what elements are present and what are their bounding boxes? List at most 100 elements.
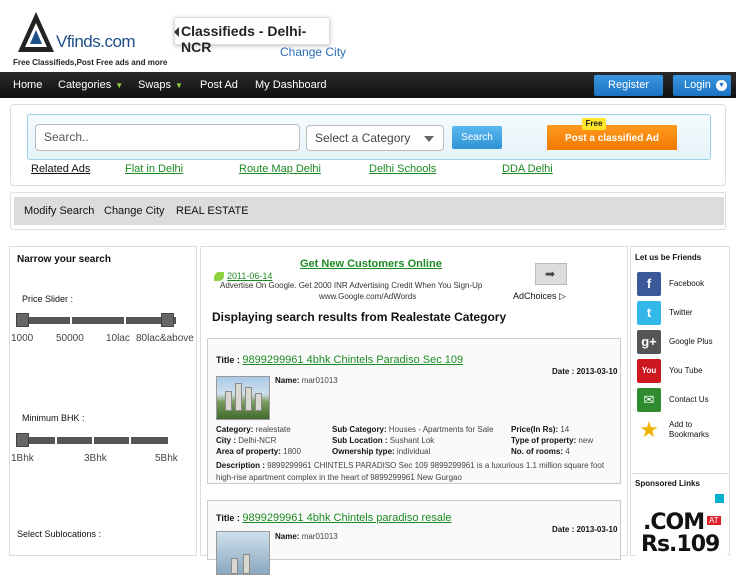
social-twitter[interactable]: t Twitter xyxy=(637,301,725,325)
slider-tick xyxy=(124,315,126,327)
field-label: City : xyxy=(216,436,236,445)
select-sublocations-label: Select Sublocations : xyxy=(17,529,102,539)
ad-text: Advertise On Google. Get 2000 INR Advert… xyxy=(220,281,483,290)
main-navbar: Home Categories ▼ Swaps ▼ Post Ad My Dashb… xyxy=(0,72,736,98)
nav-my-dashboard[interactable]: My Dashboard xyxy=(255,79,327,91)
sponsored-ad-at: AT xyxy=(707,516,721,525)
chevron-down-icon xyxy=(424,136,434,142)
ad-next-button[interactable]: ➡ xyxy=(535,263,567,285)
social-label: Contact Us xyxy=(669,395,709,404)
building-shape xyxy=(255,393,262,411)
change-city-bar-link[interactable]: Change City xyxy=(104,205,165,217)
building-shape xyxy=(243,554,250,574)
field-value: new xyxy=(578,436,594,445)
google-ad-block[interactable]: Get New Customers Online 2011-06-14 Adve… xyxy=(212,255,570,303)
social-add-bookmarks[interactable]: ★ Add to Bookmarks xyxy=(637,418,725,442)
related-ads-label[interactable]: Related Ads xyxy=(31,163,90,175)
social-contact-us[interactable]: ✉ Contact Us xyxy=(637,388,725,412)
bhk-tick-label: 1Bhk xyxy=(11,453,34,464)
search-input[interactable]: Search.. xyxy=(35,124,300,151)
real-estate-breadcrumb[interactable]: REAL ESTATE xyxy=(176,205,249,217)
header: Vfinds.com Free Classifieds,Post Free ad… xyxy=(0,0,736,72)
field-value: 1800 xyxy=(283,447,301,456)
nav-home[interactable]: Home xyxy=(13,79,42,91)
field-city: City : Delhi-NCR xyxy=(216,436,276,445)
price-tick-label: 10lac xyxy=(106,333,130,344)
modify-bar-inner: Modify Search Change City REAL ESTATE xyxy=(14,197,724,225)
listing-name: Name: mar01013 xyxy=(275,376,338,385)
post-classified-ad-button[interactable]: Free Post a classified Ad xyxy=(547,118,677,150)
tagline: Free Classifieds,Post Free ads and more xyxy=(13,58,168,67)
related-link-delhi-schools[interactable]: Delhi Schools xyxy=(369,163,436,175)
facebook-icon: f xyxy=(637,272,661,296)
category-select[interactable]: Select a Category xyxy=(306,125,444,151)
social-youtube[interactable]: You You Tube xyxy=(637,359,725,383)
bookmark-star-icon: ★ xyxy=(639,417,659,442)
search-bar: Search.. Select a Category Search Free P… xyxy=(27,114,711,160)
bhk-slider-handle[interactable] xyxy=(16,433,29,447)
bhk-tick-label: 5Bhk xyxy=(155,453,178,464)
listing-title-link[interactable]: 9899299961 4bhk Chintels paradiso resale xyxy=(242,512,451,524)
building-shape xyxy=(225,391,232,411)
listing-date: Date : 2013-03-10 xyxy=(552,367,617,376)
ad-date[interactable]: 2011-06-14 xyxy=(227,271,272,281)
ad-title-link[interactable]: Get New Customers Online xyxy=(300,258,442,270)
sponsored-title: Sponsored Links xyxy=(635,479,700,488)
listing-thumbnail[interactable] xyxy=(216,376,270,420)
register-button[interactable]: Register xyxy=(594,75,663,96)
description-label: Description : xyxy=(216,461,265,470)
related-link-route-map-delhi[interactable]: Route Map Delhi xyxy=(239,163,321,175)
social-label: Facebook xyxy=(669,279,705,288)
free-badge: Free xyxy=(582,118,606,130)
field-category: Category: realestate xyxy=(216,425,291,434)
nav-categories[interactable]: Categories ▼ xyxy=(58,79,123,91)
login-button[interactable]: Login ▼ xyxy=(673,75,731,96)
listing-title-link[interactable]: 9899299961 4bhk Chintels Paradiso Sec 10… xyxy=(242,354,463,366)
price-slider-max-handle[interactable] xyxy=(161,313,174,327)
field-value: realestate xyxy=(255,425,291,434)
listing-date-value: 2013-03-10 xyxy=(576,525,618,534)
modify-search-bar: Modify Search Change City REAL ESTATE xyxy=(10,192,726,230)
sponsored-ad[interactable]: .COM AT Rs.109 xyxy=(635,492,727,562)
related-link-flat-in-delhi[interactable]: Flat in Delhi xyxy=(125,163,183,175)
price-slider-track[interactable] xyxy=(16,317,176,324)
field-label: Category: xyxy=(216,425,254,434)
change-city-link[interactable]: Change City xyxy=(280,45,346,59)
nav-post-ad[interactable]: Post Ad xyxy=(200,79,238,91)
social-label: Google Plus xyxy=(669,337,713,346)
field-label: No. of rooms: xyxy=(511,447,563,456)
listing-thumbnail[interactable] xyxy=(216,531,270,575)
listing-name: Name: mar01013 xyxy=(275,532,338,541)
ad-url[interactable]: www.Google.com/AdWords xyxy=(319,292,416,301)
price-tick-label: 1000 xyxy=(11,333,34,344)
social-label: Add to Bookmarks xyxy=(669,420,710,439)
field-label: Type of property: xyxy=(511,436,577,445)
logo-text: Vfinds.com xyxy=(56,32,136,51)
social-google-plus[interactable]: g+ Google Plus xyxy=(637,330,725,354)
adchoices-icon xyxy=(715,494,724,503)
field-value: Delhi-NCR xyxy=(238,436,277,445)
social-facebook[interactable]: f Facebook xyxy=(637,272,725,296)
leaf-icon xyxy=(214,272,224,281)
search-button[interactable]: Search xyxy=(452,126,502,149)
field-sublocation: Sub Location : Sushant Lok xyxy=(332,436,434,445)
field-value: Sushant Lok xyxy=(389,436,435,445)
modify-search-link[interactable]: Modify Search xyxy=(24,205,94,217)
price-slider-min-handle[interactable] xyxy=(16,313,29,327)
site-logo[interactable]: Vfinds.com xyxy=(16,10,146,56)
arrow-right-icon: ➡ xyxy=(545,267,556,281)
nav-swaps[interactable]: Swaps ▼ xyxy=(138,79,183,91)
social-label: Twitter xyxy=(669,308,693,317)
slider-tick xyxy=(92,435,94,447)
description-text: 9899299961 CHINTELS PARADISO Sec 109 989… xyxy=(216,461,605,482)
building-shape xyxy=(245,387,252,411)
adchoices-link[interactable]: AdChoices ▷ xyxy=(513,291,566,302)
listing-date-value: 2013-03-10 xyxy=(576,367,618,376)
listing-name-label: Name: xyxy=(275,532,300,541)
building-shape xyxy=(235,383,242,411)
related-link-dda-delhi[interactable]: DDA Delhi xyxy=(502,163,553,175)
field-rooms: No. of rooms: 4 xyxy=(511,447,570,456)
narrow-search-title: Narrow your search xyxy=(17,254,111,265)
google-plus-icon: g+ xyxy=(637,330,661,354)
twitter-icon: t xyxy=(637,301,661,325)
